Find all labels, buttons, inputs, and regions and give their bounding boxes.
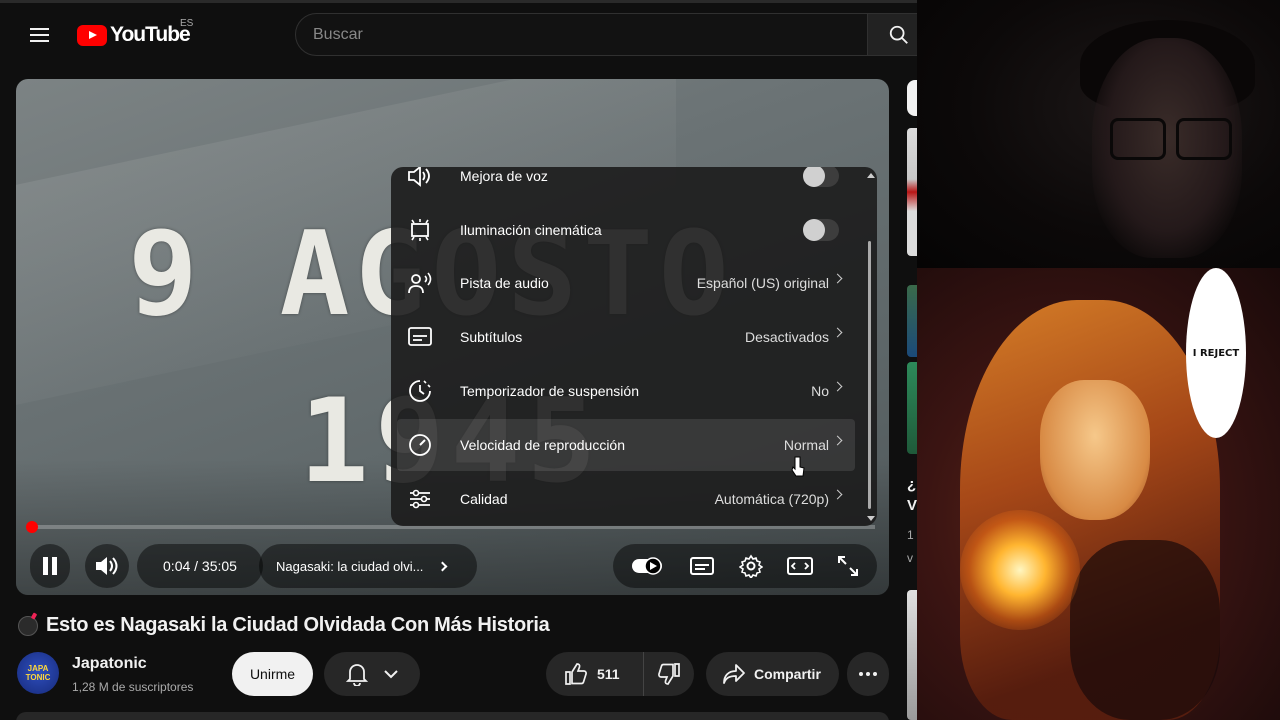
- settings-item-label: Temporizador de suspensión: [460, 383, 639, 399]
- chevron-right-icon: [832, 327, 843, 338]
- youtube-logo[interactable]: YouTube ES: [77, 18, 194, 50]
- settings-item-subtitles[interactable]: Subtítulos Desactivados: [391, 311, 861, 363]
- voice-boost-icon: [407, 167, 433, 189]
- region-code: ES: [180, 18, 194, 29]
- chevron-right-icon: [832, 489, 843, 500]
- settings-item-value: Automática (720p): [714, 491, 829, 507]
- sidebar-meta-snippet: v: [907, 551, 913, 565]
- pause-button[interactable]: [30, 544, 70, 588]
- settings-item-value: Normal: [783, 437, 829, 453]
- glasses-icon: [1110, 118, 1166, 160]
- youtube-page: YouTube ES Buscar 9 AGOSTO 1945 0:04 / 3…: [0, 0, 917, 720]
- settings-item-value: No: [811, 383, 829, 399]
- share-label: Compartir: [754, 666, 821, 682]
- settings-item-label: Subtítulos: [460, 329, 523, 345]
- scroll-thumb[interactable]: [868, 241, 871, 509]
- chapter-button[interactable]: Nagasaki: la ciudad olvi...: [259, 544, 477, 588]
- chevron-down-icon: [383, 670, 398, 679]
- speech-bubble: I REJECT: [1186, 268, 1246, 438]
- chevron-right-icon: [437, 561, 448, 571]
- search-button[interactable]: [868, 13, 917, 56]
- bell-icon: [345, 664, 368, 686]
- top-divider: [0, 0, 917, 3]
- settings-gear-icon[interactable]: [739, 554, 763, 578]
- settings-item-value: Desactivados: [744, 329, 829, 345]
- settings-item-sleep-timer[interactable]: Temporizador de suspensión No: [391, 365, 861, 417]
- join-button[interactable]: Unirme: [232, 652, 313, 696]
- channel-avatar[interactable]: JAPA TONIC: [17, 652, 59, 694]
- video-title: Esto es Nagasaki la Ciudad Olvidada Con …: [18, 614, 550, 637]
- like-count: 511: [597, 666, 620, 682]
- mouse-cursor-icon: [791, 456, 805, 477]
- quality-icon: [407, 486, 433, 512]
- subtitles-button-icon[interactable]: [689, 555, 715, 577]
- sidebar-thumbnail[interactable]: [907, 285, 917, 357]
- more-actions-button[interactable]: [847, 652, 889, 696]
- youtube-play-icon: [77, 24, 107, 46]
- time-display: 0:04 / 35:05: [137, 544, 263, 588]
- search-icon: [889, 25, 908, 44]
- like-dislike-group: 511: [546, 652, 694, 696]
- sidebar-thumbnail[interactable]: [907, 362, 917, 454]
- dislike-button[interactable]: [644, 662, 694, 686]
- logo-text: YouTube: [110, 23, 191, 46]
- sidebar-meta-snippet: 1: [907, 528, 914, 542]
- settings-item-value: Español (US) original: [696, 275, 829, 291]
- settings-item-label: Iluminación cinemática: [460, 222, 602, 238]
- settings-scrollbar[interactable]: [867, 173, 875, 521]
- thumbs-up-icon: [565, 663, 587, 685]
- volume-button[interactable]: [85, 544, 129, 588]
- playback-speed-icon: [407, 432, 433, 458]
- bomb-emoji-icon: [18, 615, 38, 636]
- chevron-right-icon: [832, 381, 843, 392]
- share-button[interactable]: Compartir: [706, 652, 839, 696]
- settings-item-audio-track[interactable]: Pista de audio Español (US) original: [391, 257, 861, 309]
- hamburger-menu-icon[interactable]: [22, 18, 56, 52]
- settings-item-ambient-mode[interactable]: Iluminación cinemática: [391, 204, 861, 256]
- voice-boost-toggle[interactable]: [803, 167, 839, 187]
- settings-item-playback-speed[interactable]: Velocidad de reproducción Normal: [397, 419, 855, 471]
- glowing-light: [960, 510, 1080, 630]
- settings-item-label: Pista de audio: [460, 275, 549, 291]
- volume-icon: [96, 557, 118, 575]
- anime-character-face: [1040, 380, 1150, 520]
- share-icon: [723, 664, 745, 684]
- settings-item-voice-boost[interactable]: Mejora de voz: [391, 167, 861, 202]
- pause-icon: [43, 557, 57, 575]
- fullscreen-icon[interactable]: [837, 555, 859, 577]
- right-controls: [613, 544, 877, 588]
- scroll-down-arrow-icon[interactable]: [867, 516, 875, 521]
- settings-item-label: Velocidad de reproducción: [460, 437, 626, 453]
- autoplay-toggle-icon[interactable]: [631, 556, 665, 576]
- scroll-up-arrow-icon[interactable]: [867, 173, 875, 178]
- audio-track-icon: [407, 270, 433, 296]
- theater-mode-icon[interactable]: [787, 556, 813, 576]
- channel-name[interactable]: Japatonic: [72, 655, 147, 673]
- settings-item-label: Calidad: [460, 491, 508, 507]
- like-button[interactable]: 511: [546, 652, 644, 696]
- description-box[interactable]: [16, 712, 889, 720]
- sidebar-thumbnail[interactable]: [907, 128, 917, 256]
- subtitles-icon: [407, 324, 433, 350]
- search-input[interactable]: Buscar: [295, 13, 868, 56]
- settings-item-label: Mejora de voz: [460, 168, 548, 184]
- settings-item-quality[interactable]: Calidad Automática (720p): [391, 473, 861, 525]
- chevron-right-icon: [832, 273, 843, 284]
- ambient-mode-icon: [407, 217, 433, 243]
- chapter-title: Nagasaki: la ciudad olvi...: [276, 558, 424, 574]
- sidebar-title-snippet: ¿: [907, 476, 917, 493]
- video-title-text: Esto es Nagasaki la Ciudad Olvidada Con …: [46, 614, 550, 636]
- sidebar-thumbnail[interactable]: [907, 590, 917, 720]
- subscriber-count: 1,28 M de suscriptores: [72, 680, 194, 694]
- chevron-right-icon: [832, 435, 843, 446]
- scrubber-handle[interactable]: [26, 521, 38, 533]
- sidebar-title-snippet: V: [907, 497, 917, 514]
- thumbs-down-icon: [658, 663, 680, 685]
- sleep-timer-icon: [407, 378, 433, 404]
- notifications-button[interactable]: [324, 652, 420, 696]
- ambient-mode-toggle[interactable]: [803, 219, 839, 241]
- sidebar-chip[interactable]: [907, 80, 917, 116]
